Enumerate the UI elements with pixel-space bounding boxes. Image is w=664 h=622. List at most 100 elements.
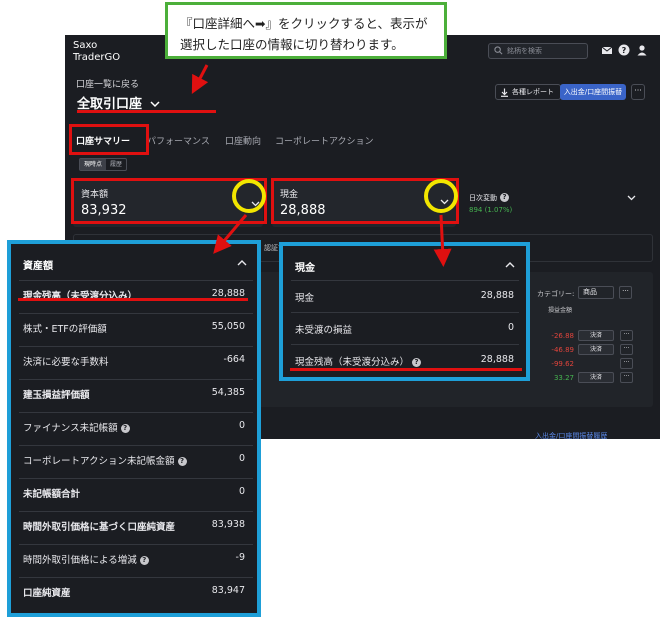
column-header-pl: 損益金額 — [548, 307, 573, 314]
annotation-underline-account — [77, 110, 216, 113]
asset-value-after-hours-change: -9 — [235, 552, 245, 563]
cash-value-cash: 28,888 — [480, 290, 514, 301]
position-row: -46.89 決済 ··· — [528, 344, 648, 356]
divider — [19, 346, 253, 347]
chevron-down-icon — [150, 101, 160, 108]
help-icon[interactable]: ? — [120, 424, 130, 433]
help-icon[interactable]: ? — [412, 358, 422, 367]
asset-value-equity-valuation: 55,050 — [211, 321, 245, 332]
user-icon[interactable] — [636, 44, 648, 56]
assets-breakdown-panel: 資産額 現金残高（未受渡分込み） 28,888 株式・ETFの評価額 55,05… — [7, 240, 261, 617]
divider — [19, 577, 253, 578]
tab-bar: 口座サマリー パフォーマンス 口座動向 コーポレートアクション — [65, 130, 660, 150]
pl-value: -26.88 — [551, 332, 574, 340]
callout-box: 『口座詳細へ➡』をクリックすると、表示が 選択した口座の情報に切り替わります。 — [165, 2, 447, 59]
category-label: カテゴリー: — [537, 290, 575, 298]
divider — [19, 445, 253, 446]
help-icon[interactable]: ? — [177, 457, 187, 466]
cash-value-cash-balance: 28,888 — [480, 354, 514, 365]
category-select[interactable]: 商品 — [578, 286, 614, 299]
brand-logo: Saxo TraderGO — [73, 40, 120, 64]
segment-history[interactable]: 履歴 — [106, 159, 126, 170]
annotation-circle-cash-chevron — [424, 179, 458, 213]
divider — [19, 412, 253, 413]
settle-button[interactable]: 決済 — [578, 344, 614, 355]
chevron-up-icon[interactable] — [505, 261, 515, 269]
tab-performance[interactable]: パフォーマンス — [147, 134, 210, 147]
cash-row-unsettled-pl: 未受渡の損益 — [295, 325, 353, 336]
pl-value: -99.62 — [551, 360, 574, 368]
daily-change-value: 894 (1.07%) — [469, 206, 513, 214]
annotation-underline-assets-cash — [18, 298, 248, 301]
asset-value-unbooked-total: 0 — [238, 486, 245, 497]
pl-value: 33.27 — [553, 374, 574, 382]
time-segment-toggle: 現時点 履歴 — [79, 158, 128, 171]
settle-button[interactable]: 決済 — [578, 372, 614, 383]
callout-line-2: 選択した口座の情報に切り替わります。 — [180, 37, 404, 52]
divider — [19, 544, 253, 545]
divider — [291, 312, 519, 313]
tab-account-activity[interactable]: 口座動向 — [225, 134, 261, 147]
back-to-accounts-link[interactable]: 口座一覧に戻る — [76, 77, 139, 90]
asset-value-position-pl: 54,385 — [211, 387, 245, 398]
divider — [19, 280, 253, 281]
position-row: -99.62 ··· — [528, 358, 648, 370]
search-icon — [494, 46, 503, 55]
asset-row-settlement-fee: 決済に必要な手数料 — [23, 357, 109, 368]
segment-current[interactable]: 現時点 — [80, 159, 107, 170]
download-icon — [501, 88, 508, 97]
asset-value-net-assets: 83,947 — [211, 585, 245, 596]
settle-button[interactable]: 決済 — [578, 330, 614, 341]
annotation-underline-cash-balance — [290, 368, 522, 371]
asset-value-finance-unbooked: 0 — [238, 420, 245, 431]
asset-row-corporate-action-unbooked: コーポレートアクション未記帳金額? — [23, 453, 187, 467]
more-options-button[interactable]: ··· — [631, 84, 645, 100]
asset-value-settlement-fee: -664 — [223, 354, 245, 365]
tab-corporate-actions[interactable]: コーポレートアクション — [275, 134, 374, 147]
svg-text:?: ? — [622, 46, 627, 55]
asset-value-corporate-action-unbooked: 0 — [238, 453, 245, 464]
reports-button-label: 各種レポート — [512, 88, 554, 96]
row-more-button[interactable]: ··· — [620, 344, 633, 355]
annotation-box-tab — [69, 124, 149, 155]
deposit-transfer-button[interactable]: 入出金/口座間振替 — [560, 84, 626, 100]
divider — [291, 280, 519, 281]
search-placeholder: 銘柄を検索 — [507, 47, 542, 55]
assets-panel-title: 資産額 — [23, 261, 53, 272]
reports-button[interactable]: 各種レポート — [495, 84, 561, 100]
transfer-history-link[interactable]: 入出金/口座間振替履歴 — [535, 431, 607, 439]
chevron-down-icon — [627, 195, 636, 201]
daily-change-card[interactable]: 日次変動? 894 (1.07%) — [461, 181, 645, 227]
asset-row-finance-unbooked: ファイナンス未記帳額? — [23, 420, 130, 434]
help-icon[interactable]: ? — [500, 193, 509, 202]
divider — [19, 379, 253, 380]
brand-line-2: TraderGO — [73, 52, 121, 63]
divider — [19, 313, 253, 314]
asset-row-net-assets: 口座純資産 — [23, 588, 71, 599]
divider — [19, 511, 253, 512]
mail-icon[interactable] — [601, 44, 613, 56]
asset-row-after-hours-net-assets: 時間外取引価格に基づく口座純資産 — [23, 522, 176, 533]
position-row: -26.88 決済 ··· — [528, 330, 648, 342]
row-more-button[interactable]: ··· — [620, 372, 633, 383]
annotation-circle-capital-chevron — [232, 179, 266, 213]
search-input[interactable]: 銘柄を検索 — [488, 43, 588, 59]
category-more-button[interactable]: ··· — [619, 286, 632, 299]
cash-row-cash: 現金 — [295, 293, 315, 304]
asset-value-after-hours-net-assets: 83,938 — [211, 519, 245, 530]
asset-row-equity-valuation: 株式・ETFの評価額 — [23, 324, 107, 335]
help-icon[interactable]: ? — [618, 44, 630, 56]
cash-value-unsettled-pl: 0 — [507, 322, 514, 333]
brand-line-1: Saxo — [73, 40, 98, 51]
help-icon[interactable]: ? — [139, 556, 149, 565]
daily-change-label: 日次変動? — [469, 193, 509, 203]
callout-line-1: 『口座詳細へ➡』をクリックすると、表示が — [180, 16, 428, 31]
chevron-up-icon[interactable] — [237, 259, 247, 267]
cash-breakdown-panel: 現金 現金 28,888 未受渡の損益 0 現金残高（未受渡分込み）? 28,8… — [279, 242, 530, 381]
row-more-button[interactable]: ··· — [620, 358, 633, 369]
asset-row-unbooked-total: 未記帳額合計 — [23, 489, 81, 500]
divider — [19, 478, 253, 479]
asset-row-after-hours-change: 時間外取引価格による増減? — [23, 552, 149, 566]
row-more-button[interactable]: ··· — [620, 330, 633, 341]
asset-row-position-pl: 建玉損益評価額 — [23, 390, 90, 401]
